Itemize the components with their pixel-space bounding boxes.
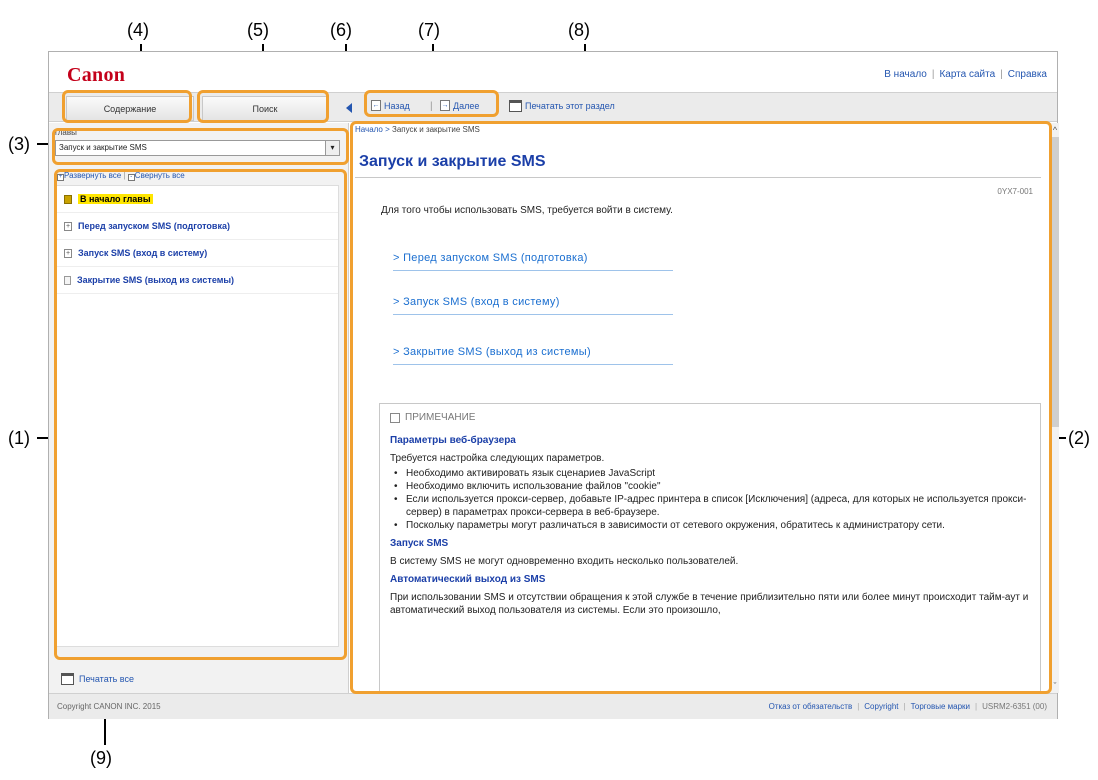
- callout-1: (1): [8, 428, 30, 448]
- link-home[interactable]: В начало: [884, 69, 927, 80]
- footer: Copyright CANON INC. 2015 Отказ от обяза…: [49, 693, 1057, 719]
- highlight-chapter-select: [52, 128, 349, 165]
- highlight-tab-contents: [62, 90, 192, 123]
- header: Canon В начало | Карта сайта | Справка: [49, 52, 1057, 92]
- print-section-button[interactable]: Печатать этот раздел: [509, 100, 615, 112]
- collapse-sidebar-icon[interactable]: [346, 103, 352, 113]
- link-help[interactable]: Справка: [1008, 69, 1047, 80]
- footer-links: Отказ от обязательств | Copyright | Торговые…: [768, 702, 1047, 711]
- callout-6: (6): [330, 20, 352, 40]
- callout-5: (5): [247, 20, 269, 40]
- callout-9: (9): [90, 748, 112, 768]
- highlight-toc: [54, 169, 347, 660]
- callout-7: (7): [418, 20, 440, 40]
- canon-logo[interactable]: Canon: [67, 64, 125, 87]
- highlight-print-all: [56, 664, 156, 694]
- callout-4: (4): [127, 20, 149, 40]
- copyright: Copyright CANON INC. 2015: [57, 702, 161, 711]
- link-trademarks[interactable]: Торговые марки: [911, 702, 970, 711]
- callout-3: (3): [8, 134, 30, 154]
- scroll-down-icon[interactable]: ˇ: [1051, 681, 1059, 691]
- top-links: В начало | Карта сайта | Справка: [884, 69, 1047, 80]
- highlight-nav-buttons: [364, 90, 499, 117]
- scroll-thumb[interactable]: [1051, 137, 1059, 427]
- link-copyright[interactable]: Copyright: [864, 702, 898, 711]
- callout-8: (8): [568, 20, 590, 40]
- scroll-up-icon[interactable]: ^: [1051, 125, 1059, 135]
- link-sitemap[interactable]: Карта сайта: [939, 69, 995, 80]
- highlight-content: [350, 121, 1052, 694]
- link-disclaimer[interactable]: Отказ от обязательств: [769, 702, 853, 711]
- highlight-tab-search: [197, 90, 329, 123]
- manual-code: USRM2-6351 (00): [982, 702, 1047, 711]
- callout-2: (2): [1068, 428, 1090, 448]
- printer-icon: [509, 100, 522, 112]
